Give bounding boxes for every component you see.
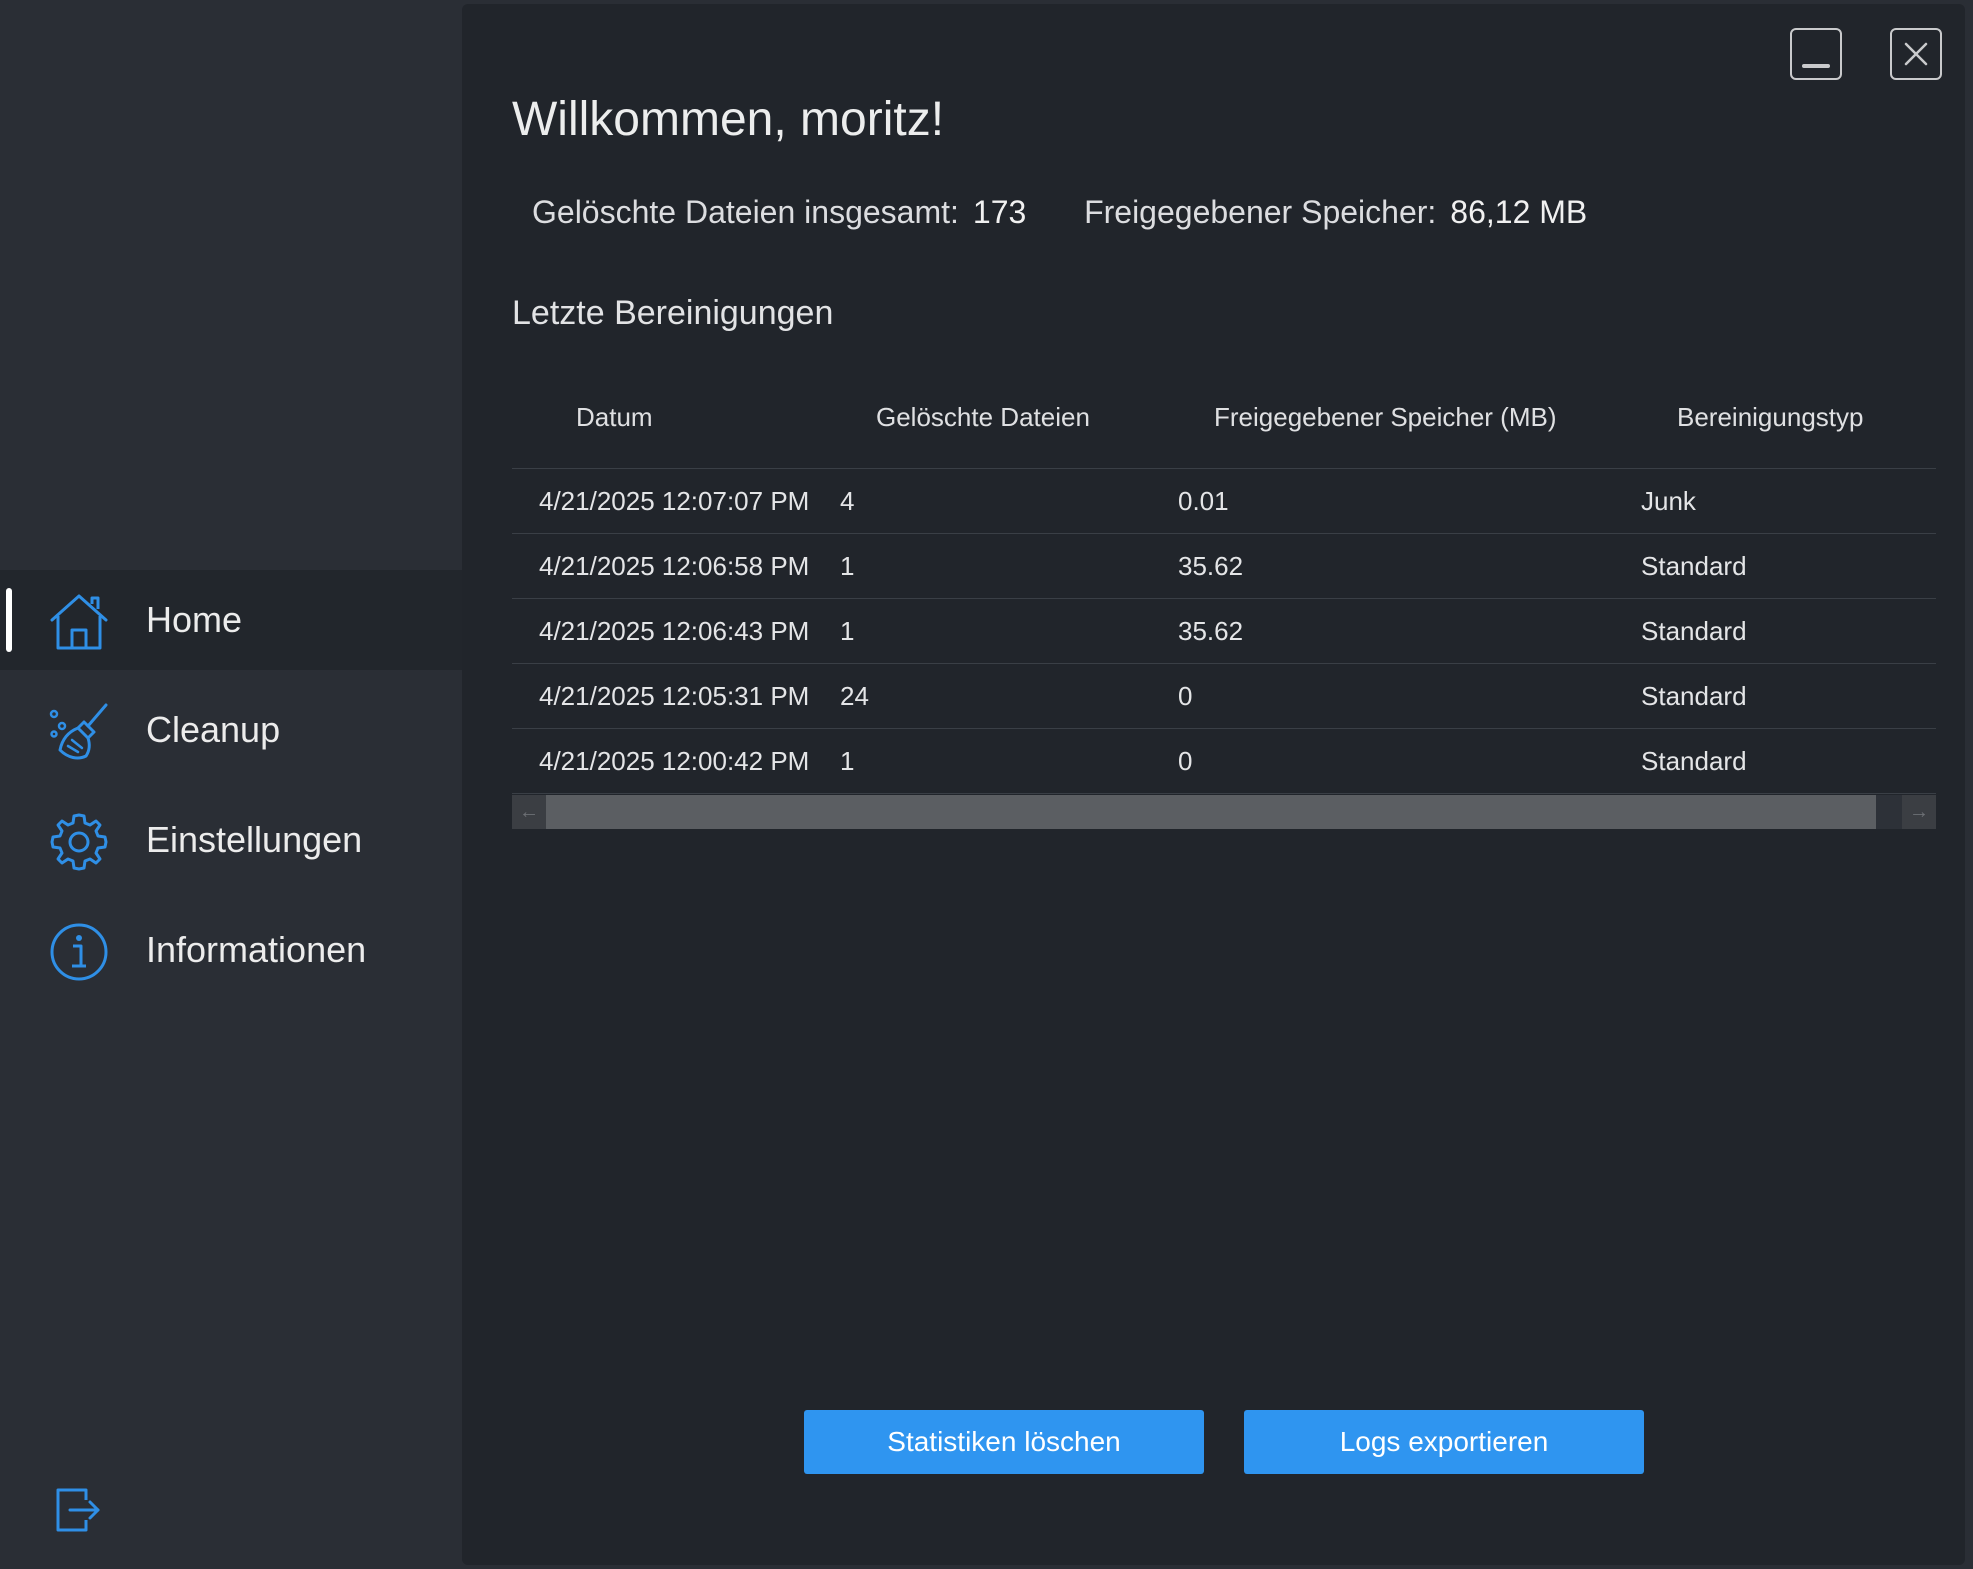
cell-date: 4/21/2025 12:05:31 PM xyxy=(539,681,810,711)
cell-deleted-files: 4 xyxy=(840,486,855,516)
cell-cleanup-type: Junk xyxy=(1641,486,1696,516)
cell-cleanup-type: Standard xyxy=(1641,551,1747,581)
sidebar-item-label: Home xyxy=(146,599,243,640)
cell-freed-space: 35.62 xyxy=(1178,551,1244,581)
close-icon xyxy=(1904,42,1928,66)
sidebar: Home Cleanup Einstellungen Informationen xyxy=(0,0,462,1569)
cell-date: 4/21/2025 12:06:43 PM xyxy=(539,616,810,646)
cell-date: 4/21/2025 12:06:58 PM xyxy=(539,551,810,581)
cell-date: 4/21/2025 12:07:07 PM xyxy=(539,486,810,516)
cell-cleanup-type: Standard xyxy=(1641,616,1747,646)
home-icon xyxy=(50,594,108,650)
table-header: Datum Gelöschte Dateien Freigegebener Sp… xyxy=(512,374,1936,469)
app-window: Home Cleanup Einstellungen Informationen… xyxy=(0,0,1973,1569)
cell-freed-space: 35.62 xyxy=(1178,616,1244,646)
freed-space-label: Freigegebener Speicher: xyxy=(1084,194,1437,230)
logout-icon[interactable] xyxy=(54,1486,102,1534)
scroll-left-arrow-icon[interactable]: ← xyxy=(512,795,546,829)
deleted-files-label: Gelöschte Dateien insgesamt: xyxy=(532,194,959,230)
cell-deleted-files: 1 xyxy=(840,746,855,776)
column-header-datum[interactable]: Datum xyxy=(576,402,653,433)
sidebar-item-informationen[interactable]: Informationen xyxy=(0,900,462,1000)
cell-date: 4/21/2025 12:00:42 PM xyxy=(539,746,810,776)
table-row[interactable]: 4/21/2025 12:05:31 PM 24 0 Standard xyxy=(512,664,1936,729)
page-title: Willkommen, moritz! xyxy=(512,93,945,146)
cell-cleanup-type: Standard xyxy=(1641,681,1747,711)
table-row[interactable]: 4/21/2025 12:07:07 PM 4 0.01 Junk xyxy=(512,469,1936,534)
column-header-deleted-files[interactable]: Gelöschte Dateien xyxy=(876,402,1090,433)
sidebar-item-label: Einstellungen xyxy=(146,819,363,860)
cell-cleanup-type: Standard xyxy=(1641,746,1747,776)
sidebar-item-cleanup[interactable]: Cleanup xyxy=(0,680,462,780)
clear-statistics-button[interactable]: Statistiken löschen xyxy=(804,1410,1204,1474)
sidebar-item-home[interactable]: Home xyxy=(0,570,462,670)
scroll-right-arrow-icon[interactable]: → xyxy=(1902,795,1936,829)
cell-deleted-files: 1 xyxy=(840,616,855,646)
column-header-freed-space[interactable]: Freigegebener Speicher (MB) xyxy=(1214,402,1557,433)
cleanup-history-table: Datum Gelöschte Dateien Freigegebener Sp… xyxy=(512,374,1936,829)
info-icon xyxy=(50,923,108,981)
column-header-cleanup-type[interactable]: Bereinigungstyp xyxy=(1677,402,1863,433)
sidebar-nav: Home Cleanup Einstellungen Informationen xyxy=(0,570,462,1010)
sidebar-item-label: Cleanup xyxy=(146,709,281,750)
main-panel: Willkommen, moritz! Gelöschte Dateien in… xyxy=(462,4,1965,1565)
gear-icon xyxy=(50,813,108,871)
table-row[interactable]: 4/21/2025 12:06:58 PM 1 35.62 Standard xyxy=(512,534,1936,599)
scrollbar-thumb[interactable] xyxy=(546,795,1876,829)
cell-freed-space: 0 xyxy=(1178,681,1193,711)
broom-icon xyxy=(49,703,108,760)
cell-freed-space: 0 xyxy=(1178,746,1193,776)
sidebar-item-label: Informationen xyxy=(146,929,367,970)
cell-deleted-files: 1 xyxy=(840,551,855,581)
cell-deleted-files: 24 xyxy=(840,681,869,711)
active-indicator xyxy=(6,588,12,652)
minimize-button[interactable] xyxy=(1790,28,1842,80)
sidebar-item-einstellungen[interactable]: Einstellungen xyxy=(0,790,462,890)
close-button[interactable] xyxy=(1890,28,1942,80)
section-title: Letzte Bereinigungen xyxy=(512,294,834,332)
table-row[interactable]: 4/21/2025 12:06:43 PM 1 35.62 Standard xyxy=(512,599,1936,664)
cell-freed-space: 0.01 xyxy=(1178,486,1229,516)
freed-space-value: 86,12 MB xyxy=(1450,194,1588,230)
horizontal-scrollbar[interactable]: ← → xyxy=(512,795,1936,829)
deleted-files-value: 173 xyxy=(972,194,1027,230)
table-row[interactable]: 4/21/2025 12:00:42 PM 1 0 Standard xyxy=(512,729,1936,794)
stats-summary: Gelöschte Dateien insgesamt: 173 Freigege… xyxy=(532,194,1587,231)
export-logs-button[interactable]: Logs exportieren xyxy=(1244,1410,1644,1474)
